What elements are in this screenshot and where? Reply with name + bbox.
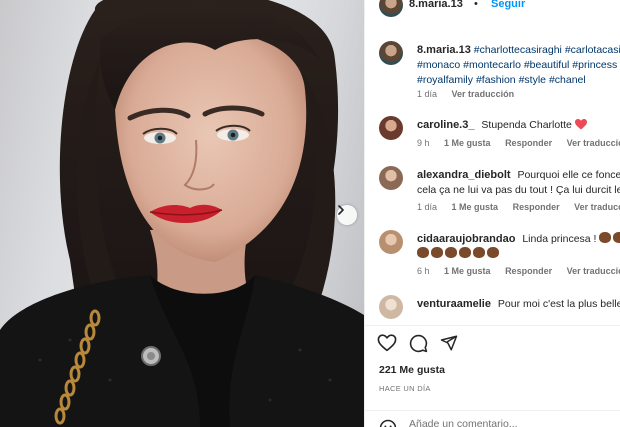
chevron-right-icon [338,205,344,215]
comment-meta: 6 h 1 Me gusta Responder Ver traducción [417,266,620,276]
see-translation-link[interactable]: Ver traducción [574,202,620,212]
hashtag-link[interactable]: #chanel [549,74,586,86]
comment-body: venturaamelie Pour moi c'est la plus bel… [417,297,620,312]
hashtag-link[interactable]: #montecarlo [463,59,521,71]
comment-bubble-icon[interactable] [409,334,428,353]
hashtag-link[interactable]: #princess [572,59,617,71]
hashtag-link[interactable]: #beautiful [524,59,570,71]
comment-likes[interactable]: 1 Me gusta [444,266,491,276]
commenter-avatar[interactable] [379,230,403,254]
red-heart-icon [574,119,587,130]
caption-avatar[interactable] [379,41,403,65]
comment-likes[interactable]: 1 Me gusta [452,202,499,212]
like-heart-icon[interactable] [377,334,397,352]
comment-text: Pourquoi elle ce fonce le [517,169,620,181]
hashtag-link[interactable]: #monaco [417,59,460,71]
hashtag-link[interactable]: #charlottecasiraghi [474,44,562,56]
reply-button[interactable]: Responder [505,266,552,276]
reply-button[interactable]: Responder [513,202,560,212]
clapping-hands-icon [417,247,429,258]
clapping-hands-icon [431,247,443,258]
reply-button[interactable]: Responder [505,138,552,148]
comment-time[interactable]: 9 h [417,138,430,148]
add-comment-bar [365,410,620,427]
hashtag-link[interactable]: #style [519,74,546,86]
comment-body: alexandra_diebolt Pourquoi elle ce fonce… [417,168,620,198]
clapping-hands-icon [613,232,620,243]
see-translation-link[interactable]: Ver traducción [452,89,515,99]
portrait-image [0,0,364,427]
see-translation-link[interactable]: Ver traducción [567,138,620,148]
caption-time[interactable]: 1 día [417,89,437,99]
post-header: 8.maria.13 • Seguir [379,0,619,17]
comment-time[interactable]: 1 día [417,202,437,212]
clapping-hands-icon [487,247,499,258]
caption-username[interactable]: 8.maria.13 [417,44,471,56]
comment-text: Pour moi c'est la plus belle [497,298,620,310]
comment-body: cidaaraujobrandao Linda princesa ! [417,232,620,262]
hashtag-link[interactable]: #fashion [476,74,516,86]
post-photo [0,0,364,427]
author-username[interactable]: 8.maria.13 [409,0,463,10]
carousel-next-button[interactable] [337,205,357,225]
clapping-hands-icon [473,247,485,258]
comment-text-continued: cela ça ne lui va pas du tout ! Ça lui d… [417,184,620,196]
commenter-username[interactable]: cidaaraujobrandao [417,233,515,245]
comment-meta: 9 h 1 Me gusta Responder Ver traducción [417,138,620,148]
share-paper-plane-icon[interactable] [440,334,458,352]
clapping-hands-icon [445,247,457,258]
comment-input[interactable] [409,418,609,427]
emoji-smiley-icon[interactable] [379,419,397,427]
separator-dot: • [474,0,478,10]
comment-likes[interactable]: 1 Me gusta [444,138,491,148]
commenter-username[interactable]: alexandra_diebolt [417,169,511,181]
follow-button[interactable]: Seguir [491,0,525,10]
comment-meta: 1 día 1 Me gusta Responder Ver traducció… [417,202,620,212]
clapping-hands-icon [599,232,612,243]
likes-count[interactable]: 221 Me gusta [379,364,445,376]
author-avatar[interactable] [379,0,403,17]
hashtag-link[interactable]: #royalfamily [417,74,473,86]
caption-meta: 1 día Ver traducción [417,89,526,99]
caption-text: 8.maria.13 #charlottecasiraghi #carlotac… [417,43,620,88]
post-timestamp: HACE UN DÍA [379,384,431,393]
commenter-username[interactable]: caroline.3_ [417,119,474,131]
commenter-username[interactable]: venturaamelie [417,298,491,310]
commenter-avatar[interactable] [379,166,403,190]
commenter-avatar[interactable] [379,116,403,140]
commenter-avatar[interactable] [379,295,403,319]
comment-text: Linda princesa ! [522,233,597,245]
comment-time[interactable]: 6 h [417,266,430,276]
clapping-hands-icon [459,247,471,258]
comment-body: caroline.3_ Stupenda Charlotte [417,118,620,133]
comment-text: Stupenda Charlotte [481,119,572,131]
post-actions: 221 Me gusta HACE UN DÍA [365,325,620,427]
hashtag-link[interactable]: #carlotacasira [565,44,620,56]
see-translation-link[interactable]: Ver traducción [567,266,620,276]
post-side-panel: 8.maria.13 • Seguir 8.maria.13 #charlott… [364,0,620,427]
